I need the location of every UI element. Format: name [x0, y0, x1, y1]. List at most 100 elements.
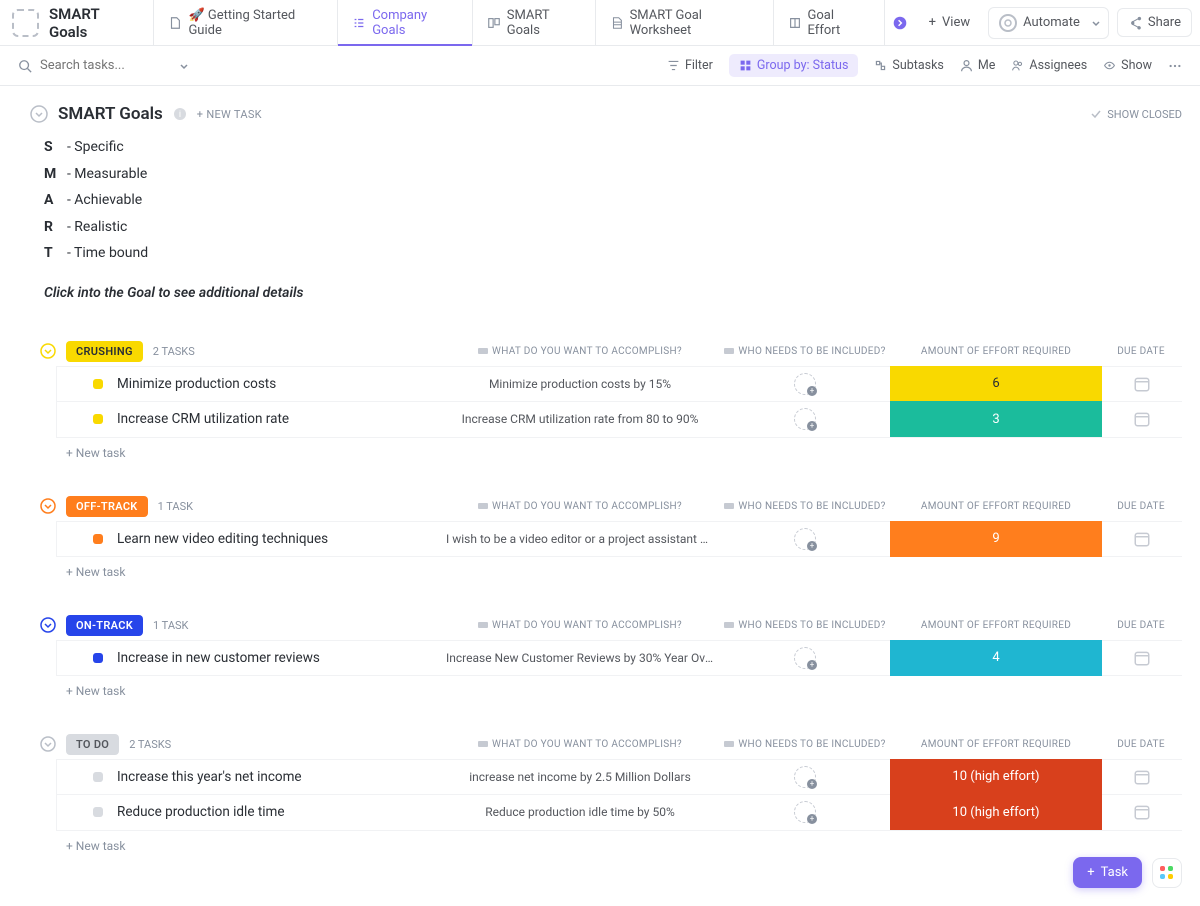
collapse-icon[interactable] [40, 736, 56, 752]
task-row[interactable]: Increase this year's net income increase … [57, 759, 1182, 795]
task-row[interactable]: Learn new video editing techniques I wish… [57, 521, 1182, 557]
task-due[interactable] [1102, 410, 1182, 428]
status-pill[interactable]: TO DO [66, 734, 119, 755]
task-assignee[interactable] [720, 766, 890, 788]
new-task-row[interactable]: + New task [30, 831, 1182, 853]
status-dot[interactable] [93, 414, 103, 424]
task-assignee[interactable] [720, 647, 890, 669]
status-dot[interactable] [93, 379, 103, 389]
info-icon[interactable]: i [173, 107, 187, 121]
task-due[interactable] [1102, 375, 1182, 393]
status-dot[interactable] [93, 772, 103, 782]
nav-tab-2[interactable]: SMART Goals [472, 0, 595, 45]
task-assignee[interactable] [720, 528, 890, 550]
col-accomplish[interactable]: WHAT DO YOU WANT TO ACCOMPLISH? [440, 346, 720, 357]
status-pill[interactable]: ON-TRACK [66, 615, 143, 636]
nav-arrow[interactable] [884, 0, 915, 45]
tab-label: Goal Effort [808, 8, 866, 38]
chevron-down-icon[interactable] [178, 60, 190, 72]
col-who[interactable]: WHO NEEDS TO BE INCLUDED? [720, 501, 890, 512]
task-accomplish[interactable]: I wish to be a video editor or a project… [440, 532, 720, 546]
task-due[interactable] [1102, 803, 1182, 821]
space-title[interactable]: SMART Goals [49, 5, 137, 41]
nav-tab-1[interactable]: Company Goals [337, 0, 472, 45]
status-dot[interactable] [93, 807, 103, 817]
status-pill[interactable]: OFF-TRACK [66, 496, 148, 517]
task-name[interactable]: Increase CRM utilization rate [117, 411, 397, 427]
task-row[interactable]: Reduce production idle time Reduce produc… [57, 795, 1182, 831]
col-effort[interactable]: AMOUNT OF EFFORT REQUIRED [890, 620, 1102, 631]
task-name[interactable]: Learn new video editing techniques [117, 531, 397, 547]
group-by-button[interactable]: Group by: Status [729, 54, 859, 77]
automate-button[interactable]: Automate [988, 7, 1109, 39]
apps-fab[interactable] [1152, 858, 1182, 888]
task-assignee[interactable] [720, 373, 890, 395]
task-accomplish[interactable]: Increase CRM utilization rate from 80 to… [440, 412, 720, 426]
col-who[interactable]: WHO NEEDS TO BE INCLUDED? [720, 739, 890, 750]
task-row[interactable]: Increase CRM utilization rate Increase CR… [57, 402, 1182, 438]
collapse-icon[interactable] [40, 498, 56, 514]
col-accomplish[interactable]: WHAT DO YOU WANT TO ACCOMPLISH? [440, 739, 720, 750]
col-due[interactable]: DUE DATE [1102, 501, 1182, 512]
nav-tab-0[interactable]: 🚀 Getting Started Guide [153, 0, 337, 45]
task-name[interactable]: Increase this year's net income [117, 769, 397, 785]
col-effort[interactable]: AMOUNT OF EFFORT REQUIRED [890, 346, 1102, 357]
col-due[interactable]: DUE DATE [1102, 346, 1182, 357]
assignees-button[interactable]: Assignees [1011, 58, 1087, 73]
task-row[interactable]: Minimize production costs Minimize produc… [57, 366, 1182, 402]
collapse-icon[interactable] [40, 343, 56, 359]
new-task-row[interactable]: + New task [30, 557, 1182, 579]
more-button[interactable] [1168, 59, 1182, 73]
show-button[interactable]: Show [1103, 58, 1152, 73]
new-task-row[interactable]: + New task [30, 438, 1182, 460]
task-accomplish[interactable]: Minimize production costs by 15% [440, 377, 720, 391]
task-effort[interactable]: 9 [890, 521, 1102, 557]
col-who[interactable]: WHO NEEDS TO BE INCLUDED? [720, 346, 890, 357]
task-effort[interactable]: 3 [890, 401, 1102, 437]
collapse-icon[interactable] [40, 617, 56, 633]
calendar-icon [1133, 768, 1151, 786]
col-who[interactable]: WHO NEEDS TO BE INCLUDED? [720, 620, 890, 631]
nav-tab-4[interactable]: Goal Effort [773, 0, 880, 45]
col-accomplish[interactable]: WHAT DO YOU WANT TO ACCOMPLISH? [440, 620, 720, 631]
task-assignee[interactable] [720, 408, 890, 430]
task-effort[interactable]: 6 [890, 366, 1102, 402]
subtasks-button[interactable]: Subtasks [874, 58, 943, 73]
search-input[interactable] [40, 58, 170, 73]
task-accomplish[interactable]: increase net income by 2.5 Million Dolla… [440, 770, 720, 784]
task-effort[interactable]: 10 (high effort) [890, 759, 1102, 795]
search-box[interactable] [18, 58, 218, 73]
me-button[interactable]: Me [960, 58, 996, 73]
task-name[interactable]: Increase in new customer reviews [117, 650, 397, 666]
status-dot[interactable] [93, 534, 103, 544]
task-due[interactable] [1102, 530, 1182, 548]
task-name[interactable]: Reduce production idle time [117, 804, 397, 820]
filter-button[interactable]: Filter [667, 58, 713, 73]
add-view-button[interactable]: + View [919, 9, 981, 36]
task-accomplish[interactable]: Reduce production idle time by 50% [440, 805, 720, 819]
new-task-row[interactable]: + New task [30, 676, 1182, 698]
col-due[interactable]: DUE DATE [1102, 620, 1182, 631]
col-effort[interactable]: AMOUNT OF EFFORT REQUIRED [890, 501, 1102, 512]
col-effort[interactable]: AMOUNT OF EFFORT REQUIRED [890, 739, 1102, 750]
task-name[interactable]: Minimize production costs [117, 376, 397, 392]
task-effort[interactable]: 10 (high effort) [890, 794, 1102, 830]
text-field-icon [724, 739, 734, 749]
col-due[interactable]: DUE DATE [1102, 739, 1182, 750]
task-due[interactable] [1102, 768, 1182, 786]
nav-tab-3[interactable]: SMART Goal Worksheet [595, 0, 773, 45]
status-dot[interactable] [93, 653, 103, 663]
show-closed-button[interactable]: SHOW CLOSED [1090, 108, 1182, 121]
col-accomplish[interactable]: WHAT DO YOU WANT TO ACCOMPLISH? [440, 501, 720, 512]
chevron-circle-icon[interactable] [30, 105, 48, 123]
task-row[interactable]: Increase in new customer reviews Increase… [57, 640, 1182, 676]
space-logo[interactable] [12, 9, 39, 37]
task-due[interactable] [1102, 649, 1182, 667]
new-task-link[interactable]: + NEW TASK [197, 108, 262, 121]
share-button[interactable]: Share [1117, 8, 1192, 37]
task-accomplish[interactable]: Increase New Customer Reviews by 30% Yea… [440, 651, 720, 665]
task-assignee[interactable] [720, 801, 890, 823]
status-pill[interactable]: CRUSHING [66, 341, 143, 362]
new-task-fab[interactable]: + Task [1073, 857, 1142, 888]
task-effort[interactable]: 4 [890, 640, 1102, 676]
